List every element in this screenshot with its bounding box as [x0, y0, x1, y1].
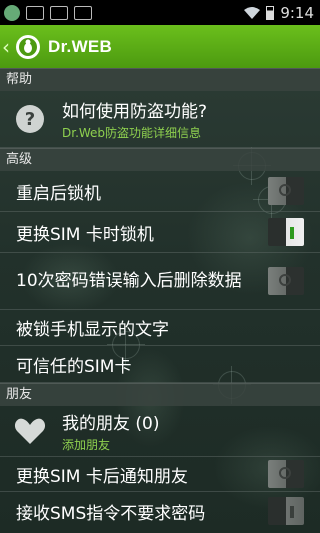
friends-icon-cell	[12, 417, 48, 445]
no-signal-icon	[50, 5, 68, 20]
setting-label: 更换SIM 卡后通知朋友	[16, 466, 188, 487]
no-signal-icon	[74, 5, 92, 20]
lock-on-sim-change-toggle[interactable]	[268, 218, 304, 246]
section-header-friends: 朋友	[0, 383, 320, 406]
setting-trusted-sim-cards[interactable]: 可信任的SIM卡	[0, 346, 320, 383]
setting-notify-friends-on-sim-change[interactable]: 更换SIM 卡后通知朋友	[0, 457, 320, 492]
section-header-advanced: 高级	[0, 148, 320, 171]
settings-list: 帮助 ? 如何使用防盗功能? Dr.Web防盗功能详细信息 高级 重启后锁机 更…	[0, 68, 320, 533]
help-item-subtitle: Dr.Web防盗功能详细信息	[62, 126, 202, 140]
battery-icon	[266, 5, 275, 20]
question-icon: ?	[16, 105, 44, 133]
toggle-off-knob-icon	[279, 274, 291, 286]
app-title: Dr.WEB	[48, 36, 113, 56]
app-notification-icon	[4, 4, 20, 21]
wifi-icon	[244, 6, 261, 19]
my-friends-text: 我的朋友 (0) 添加朋友	[62, 409, 159, 453]
status-bar: 9:14	[0, 0, 320, 25]
toggle-off-indicator-icon	[290, 506, 294, 518]
setting-sms-no-password[interactable]: 接收SMS指令不要求密码	[0, 492, 320, 530]
help-item-text: 如何使用防盗功能? Dr.Web防盗功能详细信息	[62, 97, 207, 141]
notify-friends-toggle[interactable]	[268, 460, 304, 488]
help-icon-cell: ?	[12, 103, 48, 135]
help-item-title: 如何使用防盗功能?	[62, 102, 208, 122]
my-friends-title: 我的朋友 (0)	[62, 414, 160, 434]
heart-icon	[14, 418, 46, 444]
back-chevron-icon[interactable]: ‹	[2, 35, 12, 59]
lock-after-reboot-toggle[interactable]	[268, 177, 304, 205]
setting-label: 重启后锁机	[16, 183, 101, 204]
clock: 9:14	[280, 3, 314, 22]
setting-lock-after-reboot[interactable]: 重启后锁机	[0, 171, 320, 212]
my-friends-item[interactable]: 我的朋友 (0) 添加朋友	[0, 406, 320, 457]
action-bar: ‹ Dr.WEB	[0, 25, 320, 68]
setting-label: 更换SIM 卡时锁机	[16, 224, 154, 245]
toggle-off-knob-icon	[279, 184, 291, 196]
setting-label: 可信任的SIM卡	[16, 356, 132, 377]
add-friend-link[interactable]: 添加朋友	[62, 436, 159, 453]
setting-lock-on-sim-change[interactable]: 更换SIM 卡时锁机	[0, 212, 320, 253]
toggle-on-indicator-icon	[290, 227, 294, 239]
setting-label: 接收SMS指令不要求密码	[16, 503, 206, 524]
drweb-spider-logo-icon[interactable]	[14, 33, 42, 61]
toggle-off-knob-icon	[279, 467, 291, 479]
wipe-after-failures-toggle[interactable]	[268, 267, 304, 295]
svg-text:?: ?	[25, 109, 35, 130]
setting-label: 10次密码错误输入后删除数据	[16, 270, 242, 291]
setting-wipe-after-10-failures[interactable]: 10次密码错误输入后删除数据	[0, 253, 320, 310]
sms-no-password-toggle[interactable]	[268, 497, 304, 525]
section-header-help: 帮助	[0, 68, 320, 91]
setting-lock-screen-text[interactable]: 被锁手机显示的文字	[0, 310, 320, 346]
setting-label: 被锁手机显示的文字	[16, 320, 169, 340]
help-item[interactable]: ? 如何使用防盗功能? Dr.Web防盗功能详细信息	[0, 91, 320, 148]
image-notification-icon	[26, 5, 44, 20]
